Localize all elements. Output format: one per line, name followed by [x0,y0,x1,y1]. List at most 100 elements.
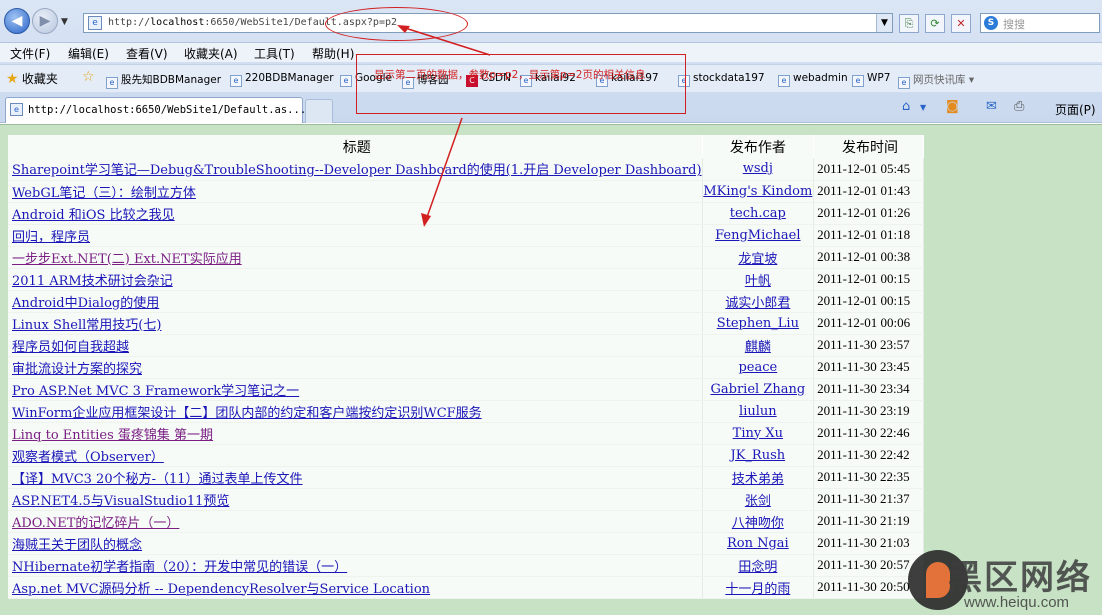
author-link[interactable]: 麒麟 [745,340,771,355]
search-input[interactable]: S 搜搜 [980,13,1100,33]
compatibility-view-button[interactable]: ⎘ [899,14,919,33]
article-title-link[interactable]: ADO.NET的记忆碎片（一） [12,516,179,531]
author-link[interactable]: Gabriel Zhang [710,382,805,397]
author-link[interactable]: MKing's Kindom [703,184,812,199]
author-link[interactable]: 张剑 [745,494,771,509]
article-title-link[interactable]: Android 和iOS 比较之我见 [12,208,175,223]
author-link[interactable]: Stephen_Liu [717,316,799,331]
mail-icon[interactable]: ✉ [986,99,997,114]
publish-date: 2011-11-30 23:34 [813,378,924,401]
article-title-link[interactable]: 2011 ARM技术研讨会杂记 [12,274,173,289]
author-link[interactable]: 田念明 [738,560,777,575]
fav-link[interactable]: e 220BDBManager [230,72,334,87]
page-icon: e [898,77,910,89]
menu-view[interactable]: 查看(V) [126,45,168,62]
fav-link[interactable]: e 股先知BDBManager [106,72,221,89]
publish-date: 2011-12-01 01:26 [813,202,924,225]
history-dropdown-icon[interactable]: ▼ [61,17,68,27]
article-title-link[interactable]: Linq to Entities 蛋疼锦集 第一期 [12,428,213,443]
title-cell: Android中Dialog的使用 [8,290,703,313]
article-title-link[interactable]: Android中Dialog的使用 [12,296,159,311]
back-button[interactable]: ◀ [4,8,30,34]
article-title-link[interactable]: 【译】MVC3 20个秘方-（11）通过表单上传文件 [12,472,303,487]
author-link[interactable]: JK_Rush [731,448,786,463]
title-cell: Android 和iOS 比较之我见 [8,202,703,225]
author-link[interactable]: peace [738,360,777,375]
author-link[interactable]: FengMichael [715,228,800,243]
print-icon[interactable]: ⎙ [1014,99,1024,114]
menu-tools[interactable]: 工具(T) [254,45,295,62]
author-link[interactable]: 叶帆 [745,274,771,289]
author-link[interactable]: wsdj [743,161,773,176]
page-icon: e [340,75,352,87]
article-title-link[interactable]: 回归，程序员 [12,230,90,245]
article-title-link[interactable]: WebGL笔记（三）：绘制立方体 [12,186,196,201]
author-link[interactable]: Tiny Xu [733,426,783,441]
article-title-link[interactable]: Linux Shell常用技巧(七) [12,318,161,333]
favorites-center-button[interactable]: ★ 收藏夹 [6,70,58,87]
site-watermark: 黑区网络 www.heiqu.com [900,546,1102,615]
author-cell: 叶帆 [702,268,815,291]
new-tab-button[interactable] [305,99,333,123]
publish-date: 2011-12-01 00:38 [813,246,924,269]
author-cell: Stephen_Liu [702,312,815,335]
rss-feed-icon[interactable]: ◙ [946,99,959,114]
url-host: localhost [150,17,205,28]
menu-favorites[interactable]: 收藏夹(A) [184,45,238,62]
chevron-down-icon[interactable]: ▼ [920,103,926,112]
table-row: Android 和iOS 比较之我见 tech.cap 2011-12-01 01:… [8,202,924,225]
fav-link[interactable]: e stockdata197 [678,72,765,87]
article-title-link[interactable]: 程序员如何自我超越 [12,340,129,355]
article-title-link[interactable]: 一步步Ext.NET(二) Ext.NET实际应用 [12,252,242,267]
table-row: 2011 ARM技术研讨会杂记 叶帆 2011-12-01 00:15 [8,268,924,291]
author-link[interactable]: 八神吻你 [732,516,784,531]
article-title-link[interactable]: Asp.net MVC源码分析 -- DependencyResolver与Se… [12,582,430,597]
refresh-button[interactable]: ⟳ [925,14,945,33]
article-title-link[interactable]: 审批流设计方案的探究 [12,362,142,377]
page-menu[interactable]: 页面(P) [1055,101,1096,118]
fav-link[interactable]: e 网页快讯库 ▾ [898,72,974,89]
title-cell: 程序员如何自我超越 [8,334,703,357]
address-input[interactable]: e http://localhost:6650/WebSite1/Default… [83,13,893,33]
author-link[interactable]: 龙宜坡 [738,252,777,267]
author-link[interactable]: Ron Ngai [727,536,789,551]
compat-page-icon: ⎘ [904,17,914,30]
page-icon: e [106,77,118,89]
author-cell: Ron Ngai [702,532,815,555]
fav-link[interactable]: e webadmin [778,72,848,87]
article-title-link[interactable]: ASP.NET4.5与VisualStudio11预览 [12,494,229,509]
author-cell: Tiny Xu [702,422,815,445]
article-title-link[interactable]: Sharepoint学习笔记—Debug&TroubleShooting--De… [12,163,702,178]
forward-button[interactable]: ▶ [32,8,58,34]
address-dropdown-icon[interactable]: ▼ [876,14,892,32]
article-title-link[interactable]: WinForm企业应用框架设计【二】团队内部的约定和客户端按约定识别WCF服务 [12,406,482,421]
chevron-down-icon: ▾ [968,74,975,86]
author-link[interactable]: 诚实小郎君 [725,296,790,311]
title-cell: Linux Shell常用技巧(七) [8,312,703,335]
menu-edit[interactable]: 编辑(E) [68,45,109,62]
home-icon[interactable]: ⌂ [902,99,910,114]
page-viewport: 标题 发布作者 发布时间 Sharepoint学习笔记—Debug&Troubl… [0,124,1102,615]
author-link[interactable]: tech.cap [730,206,786,221]
article-title-link[interactable]: 海贼王关于团队的概念 [12,538,142,553]
author-link[interactable]: 技术弟弟 [732,472,784,487]
add-favorite-button[interactable]: ☆ [82,69,95,85]
table-row: Asp.net MVC源码分析 -- DependencyResolver与Se… [8,576,924,599]
tab-active[interactable]: e http://localhost:6650/WebSite1/Default… [5,97,306,123]
title-cell: WinForm企业应用框架设计【二】团队内部的约定和客户端按约定识别WCF服务 [8,400,703,423]
article-title-link[interactable]: NHibernate初学者指南（20）：开发中常见的错误（一） [12,560,347,575]
author-link[interactable]: 十一月的雨 [725,582,790,597]
menu-help[interactable]: 帮助(H) [312,45,354,62]
author-link[interactable]: liulun [739,404,777,419]
article-title-link[interactable]: Pro ASP.Net MVC 3 Framework学习笔记之一 [12,384,299,399]
fav-link[interactable]: e WP7 [852,72,890,87]
fav-link-label: 股先知BDBManager [121,74,222,86]
search-engine-icon: S [984,16,998,30]
table-header-row: 标题 发布作者 发布时间 [8,135,924,158]
article-title-link[interactable]: 观察者模式（Observer） [12,450,164,465]
table-body: Sharepoint学习笔记—Debug&TroubleShooting--De… [8,158,924,599]
table-row: Linux Shell常用技巧(七) Stephen_Liu 2011-12-01 … [8,312,924,335]
stop-button[interactable]: ✕ [951,14,971,33]
publish-date: 2011-11-30 22:35 [813,466,924,489]
menu-file[interactable]: 文件(F) [10,45,50,62]
